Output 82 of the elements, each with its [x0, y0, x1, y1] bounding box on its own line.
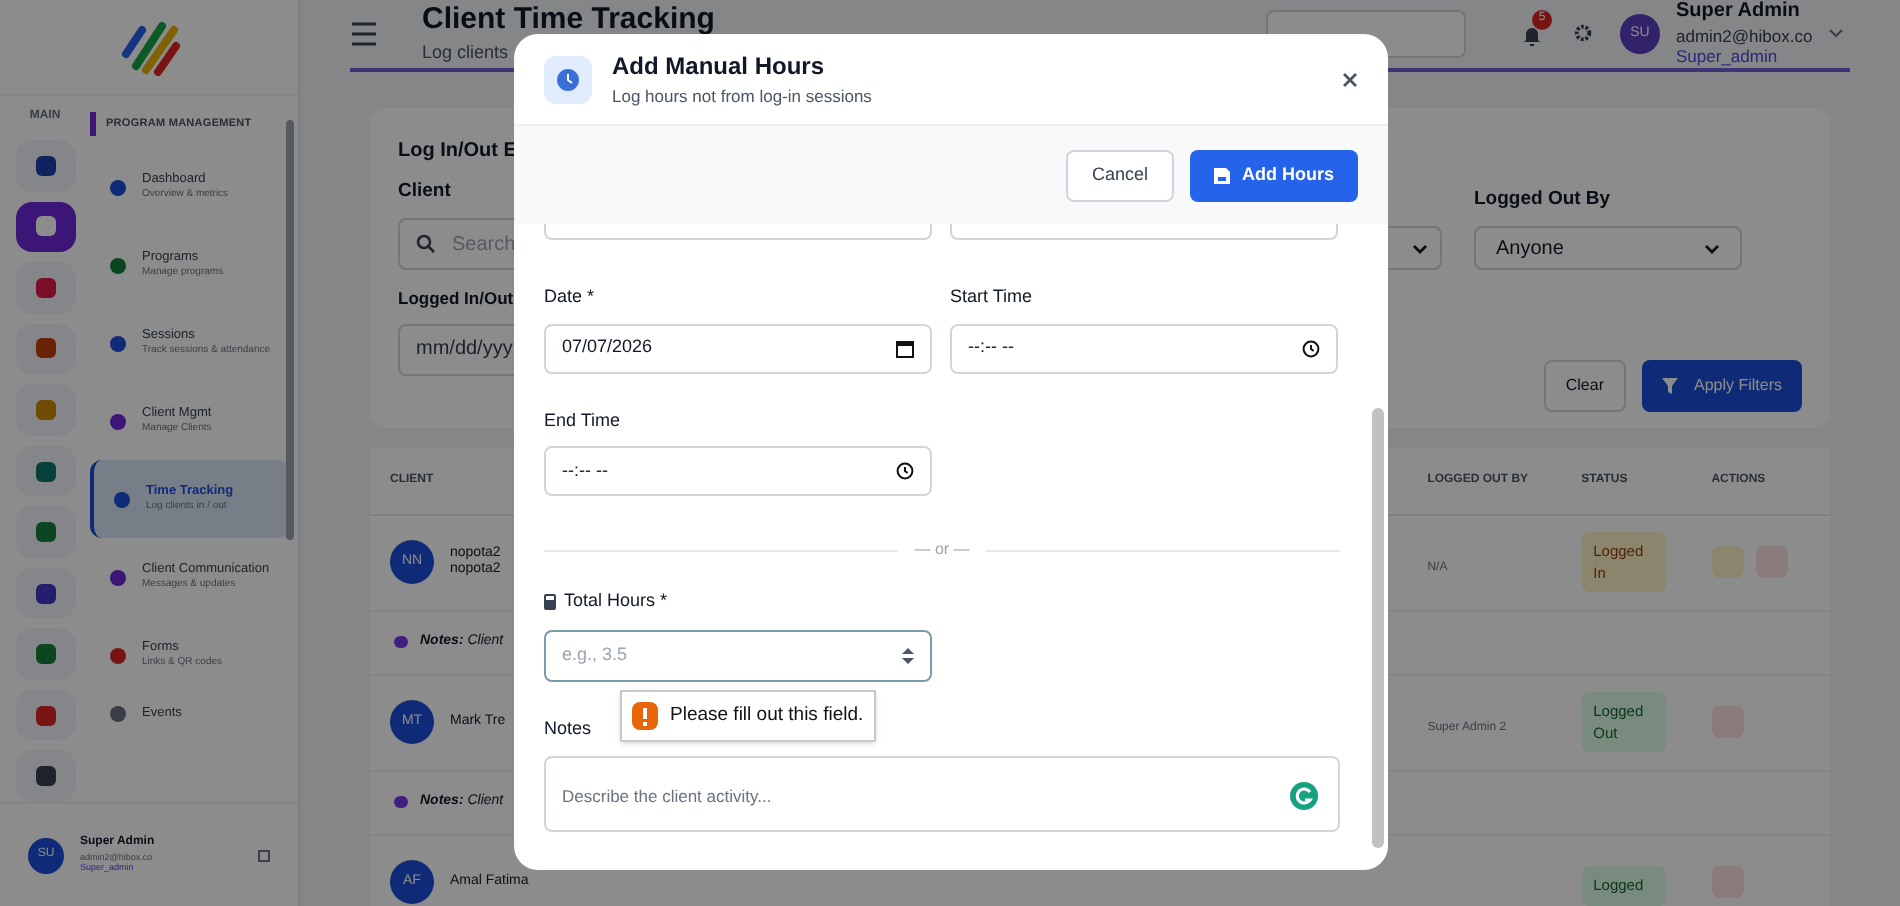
- nav-icon: [33, 764, 57, 789]
- calculator-icon: [544, 593, 556, 610]
- warning-icon: [632, 702, 658, 730]
- validation-tooltip: Please fill out this field.: [620, 690, 876, 742]
- chevron-down-icon: [1704, 243, 1720, 253]
- number-field[interactable]: e.g., 3.5: [544, 629, 932, 681]
- save-icon: [1214, 167, 1230, 183]
- nav-icon: [33, 703, 57, 728]
- field-label: Total Hours *: [564, 588, 668, 614]
- select-field[interactable]: Anyone: [1474, 226, 1742, 270]
- nav-item-icon: [110, 569, 126, 585]
- nav-rail-button[interactable]: [15, 628, 75, 680]
- chevron-down-icon: [1412, 243, 1428, 253]
- time-field[interactable]: --:-- --: [544, 446, 932, 496]
- input-field[interactable]: [950, 224, 1338, 240]
- nav-icon: [33, 336, 57, 361]
- close-icon[interactable]: [1342, 71, 1358, 87]
- user-email: admin2@hibox.co: [1676, 25, 1813, 47]
- scrollbar-thumb[interactable]: [1372, 408, 1384, 848]
- field-label: Logged Out By: [1474, 185, 1613, 214]
- clear-button[interactable]: Clear: [1543, 359, 1626, 412]
- nav-item-icon: [110, 179, 126, 195]
- grammar-assistant-icon[interactable]: [1290, 782, 1318, 810]
- field-label: Date *: [544, 284, 597, 310]
- input-field[interactable]: [544, 224, 932, 240]
- chevron-down-icon[interactable]: [1828, 28, 1845, 39]
- modal-subtitle: Log hours not from log-in sessions: [612, 84, 874, 110]
- time-field[interactable]: --:-- --: [950, 323, 1338, 373]
- divider-label: — or —: [914, 538, 970, 562]
- chat-icon: [394, 636, 408, 649]
- nav-icon: [33, 153, 57, 178]
- nav-rail-button[interactable]: [15, 567, 75, 619]
- scrollbar-thumb[interactable]: [286, 120, 294, 540]
- user-role: Super_admin: [1676, 46, 1780, 68]
- field-label: Client: [398, 177, 453, 206]
- clock-icon: [544, 55, 592, 103]
- notes-textarea[interactable]: Describe the client activity...: [544, 756, 1340, 832]
- bell-icon[interactable]: [1522, 25, 1542, 48]
- spinner-icon[interactable]: [902, 645, 914, 665]
- clock-icon: [1302, 339, 1320, 357]
- nav-icon: [33, 214, 57, 239]
- nav-rail-button[interactable]: [15, 445, 75, 497]
- logo-icon: [117, 17, 181, 77]
- nav-item-icon: [114, 491, 130, 507]
- nav-rail-button[interactable]: [15, 506, 75, 558]
- field-label: Logged In/Out: [398, 286, 514, 312]
- chat-icon: [394, 796, 408, 809]
- nav-rail-button[interactable]: [15, 750, 75, 803]
- nav-icon: [33, 275, 57, 300]
- nav-rail-button[interactable]: [15, 384, 75, 436]
- nav-icon: [33, 459, 57, 483]
- settings-icon[interactable]: [1574, 24, 1592, 43]
- search-icon: [416, 234, 436, 254]
- user-name: Super Admin: [1676, 0, 1802, 25]
- page-subtitle: Log clients: [422, 39, 509, 66]
- nav-item-icon: [110, 413, 126, 429]
- nav-item-icon: [110, 335, 126, 351]
- nav-rail-button[interactable]: [15, 262, 75, 314]
- apply-filters-button[interactable]: Apply Filters: [1641, 359, 1802, 412]
- modal-title: Add Manual Hours: [612, 50, 827, 85]
- field-label: End Time: [544, 407, 623, 433]
- nav-rail-button[interactable]: [15, 201, 75, 253]
- calendar-icon: [896, 339, 914, 357]
- clock-icon: [896, 462, 914, 480]
- nav-icon: [33, 520, 57, 545]
- nav-item-icon: [110, 647, 126, 663]
- field-label: Notes: [544, 715, 592, 741]
- date-field[interactable]: 07/07/2026: [544, 323, 932, 373]
- nav-icon: [33, 642, 57, 667]
- cancel-button[interactable]: Cancel: [1065, 149, 1174, 201]
- page-title: Client Time Tracking: [422, 1, 715, 39]
- filter-icon: [1661, 377, 1678, 394]
- nav-rail-button[interactable]: [15, 323, 75, 375]
- nav-icon: [33, 397, 57, 422]
- field-label: Start Time: [950, 284, 1035, 310]
- nav-rail-button[interactable]: [15, 140, 75, 192]
- menu-icon[interactable]: [350, 21, 378, 46]
- nav-item-icon: [110, 706, 126, 722]
- nav-item-icon: [110, 257, 126, 273]
- nav-icon: [33, 581, 57, 606]
- nav-rail-button[interactable]: [15, 689, 75, 741]
- add-hours-button[interactable]: Add Hours: [1190, 149, 1358, 201]
